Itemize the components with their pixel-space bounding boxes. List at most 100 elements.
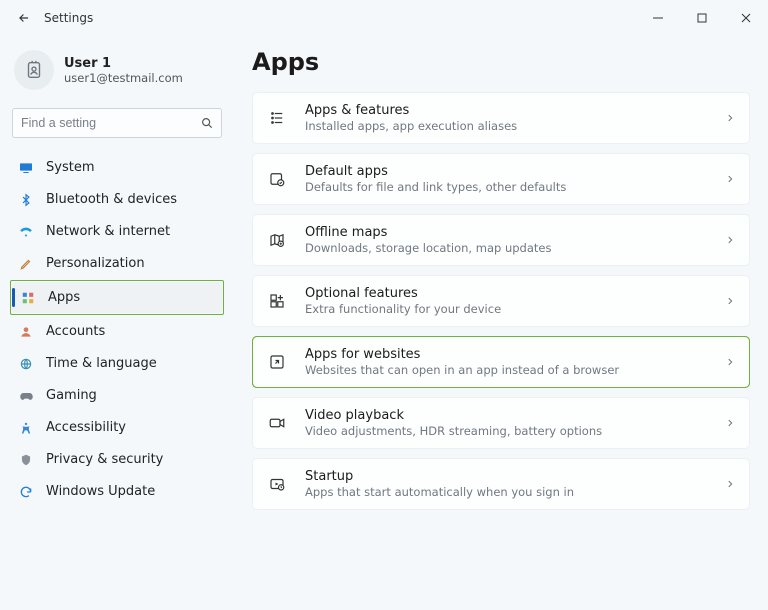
- card-offline-maps[interactable]: Offline maps Downloads, storage location…: [252, 214, 750, 266]
- card-subtitle: Downloads, storage location, map updates: [305, 241, 551, 255]
- sidebar-item-label: Gaming: [46, 388, 97, 403]
- sidebar-item-windows-update[interactable]: Windows Update: [10, 476, 224, 507]
- apps-for-websites-icon: [267, 352, 287, 372]
- card-text: Default apps Defaults for file and link …: [305, 164, 566, 195]
- sidebar-item-label: Bluetooth & devices: [46, 192, 177, 207]
- accessibility-icon: [18, 420, 34, 436]
- apps-icon: [20, 290, 36, 306]
- card-title: Default apps: [305, 164, 566, 180]
- sidebar-item-label: Accessibility: [46, 420, 126, 435]
- card-subtitle: Installed apps, app execution aliases: [305, 119, 517, 133]
- user-name: User 1: [64, 56, 183, 71]
- sidebar-item-label: Apps: [48, 290, 80, 305]
- card-title: Apps & features: [305, 103, 517, 119]
- sidebar-item-accounts[interactable]: Accounts: [10, 316, 224, 347]
- sidebar-item-label: Time & language: [46, 356, 157, 371]
- card-optional-features[interactable]: Optional features Extra functionality fo…: [252, 275, 750, 327]
- titlebar: Settings: [0, 0, 768, 36]
- card-startup[interactable]: Startup Apps that start automatically wh…: [252, 458, 750, 510]
- sidebar-item-label: Network & internet: [46, 224, 170, 239]
- sidebar-item-label: Windows Update: [46, 484, 155, 499]
- windows-update-icon: [18, 484, 34, 500]
- sidebar-item-label: Privacy & security: [46, 452, 163, 467]
- card-title: Optional features: [305, 286, 501, 302]
- sidebar-item-accessibility[interactable]: Accessibility: [10, 412, 224, 443]
- sidebar-item-label: System: [46, 160, 94, 175]
- card-apps-features[interactable]: Apps & features Installed apps, app exec…: [252, 92, 750, 144]
- chevron-right-icon: [725, 479, 735, 489]
- card-subtitle: Websites that can open in an app instead…: [305, 363, 619, 377]
- accounts-icon: [18, 324, 34, 340]
- minimize-button[interactable]: [636, 2, 680, 34]
- chevron-right-icon: [725, 174, 735, 184]
- sidebar-item-personalization[interactable]: Personalization: [10, 248, 224, 279]
- card-video-playback[interactable]: Video playback Video adjustments, HDR st…: [252, 397, 750, 449]
- card-subtitle: Extra functionality for your device: [305, 302, 501, 316]
- search-input[interactable]: [12, 108, 222, 138]
- layout: User 1 user1@testmail.com System Bluetoo…: [0, 36, 768, 610]
- user-block[interactable]: User 1 user1@testmail.com: [10, 44, 224, 102]
- cardstack: Apps & features Installed apps, app exec…: [252, 92, 750, 510]
- card-title: Startup: [305, 469, 574, 485]
- sidebar-item-network[interactable]: Network & internet: [10, 216, 224, 247]
- main: Apps Apps & features Installed apps, app…: [234, 36, 768, 610]
- optional-features-icon: [267, 291, 287, 311]
- minimize-icon: [653, 13, 663, 23]
- sidebar: User 1 user1@testmail.com System Bluetoo…: [0, 36, 234, 610]
- privacy-icon: [18, 452, 34, 468]
- bluetooth-icon: [18, 192, 34, 208]
- chevron-right-icon: [725, 235, 735, 245]
- sidebar-item-label: Accounts: [46, 324, 105, 339]
- maximize-icon: [697, 13, 707, 23]
- sidebar-item-privacy[interactable]: Privacy & security: [10, 444, 224, 475]
- page-title: Apps: [252, 48, 750, 76]
- startup-icon: [267, 474, 287, 494]
- card-text: Offline maps Downloads, storage location…: [305, 225, 551, 256]
- back-button[interactable]: [8, 2, 40, 34]
- sidebar-item-bluetooth[interactable]: Bluetooth & devices: [10, 184, 224, 215]
- maximize-button[interactable]: [680, 2, 724, 34]
- avatar: [14, 50, 54, 90]
- card-default-apps[interactable]: Default apps Defaults for file and link …: [252, 153, 750, 205]
- apps-features-icon: [267, 108, 287, 128]
- sidebar-item-system[interactable]: System: [10, 152, 224, 183]
- chevron-right-icon: [725, 418, 735, 428]
- chevron-right-icon: [725, 113, 735, 123]
- search-wrap: [12, 108, 222, 138]
- card-apps-for-websites[interactable]: Apps for websites Websites that can open…: [252, 336, 750, 388]
- close-button[interactable]: [724, 2, 768, 34]
- card-title: Offline maps: [305, 225, 551, 241]
- chevron-right-icon: [725, 357, 735, 367]
- chevron-right-icon: [725, 296, 735, 306]
- card-subtitle: Video adjustments, HDR streaming, batter…: [305, 424, 602, 438]
- search-icon: [200, 116, 214, 130]
- nav: System Bluetooth & devices Network & int…: [10, 152, 224, 507]
- card-text: Startup Apps that start automatically wh…: [305, 469, 574, 500]
- sidebar-item-time-language[interactable]: Time & language: [10, 348, 224, 379]
- card-text: Apps for websites Websites that can open…: [305, 347, 619, 378]
- user-email: user1@testmail.com: [64, 71, 183, 85]
- sidebar-highlight-apps: Apps: [10, 280, 224, 315]
- video-playback-icon: [267, 413, 287, 433]
- sidebar-item-gaming[interactable]: Gaming: [10, 380, 224, 411]
- user-text: User 1 user1@testmail.com: [64, 56, 183, 85]
- card-text: Video playback Video adjustments, HDR st…: [305, 408, 602, 439]
- card-text: Optional features Extra functionality fo…: [305, 286, 501, 317]
- card-title: Video playback: [305, 408, 602, 424]
- card-subtitle: Defaults for file and link types, other …: [305, 180, 566, 194]
- card-subtitle: Apps that start automatically when you s…: [305, 485, 574, 499]
- time-language-icon: [18, 356, 34, 372]
- user-badge-icon: [23, 59, 45, 81]
- default-apps-icon: [267, 169, 287, 189]
- window-controls: [636, 2, 768, 34]
- card-title: Apps for websites: [305, 347, 619, 363]
- window-title: Settings: [44, 11, 93, 25]
- network-icon: [18, 224, 34, 240]
- sidebar-item-apps[interactable]: Apps: [12, 282, 222, 313]
- card-text: Apps & features Installed apps, app exec…: [305, 103, 517, 134]
- sidebar-item-label: Personalization: [46, 256, 145, 271]
- offline-maps-icon: [267, 230, 287, 250]
- back-arrow-icon: [17, 11, 31, 25]
- gaming-icon: [18, 388, 34, 404]
- personalization-icon: [18, 256, 34, 272]
